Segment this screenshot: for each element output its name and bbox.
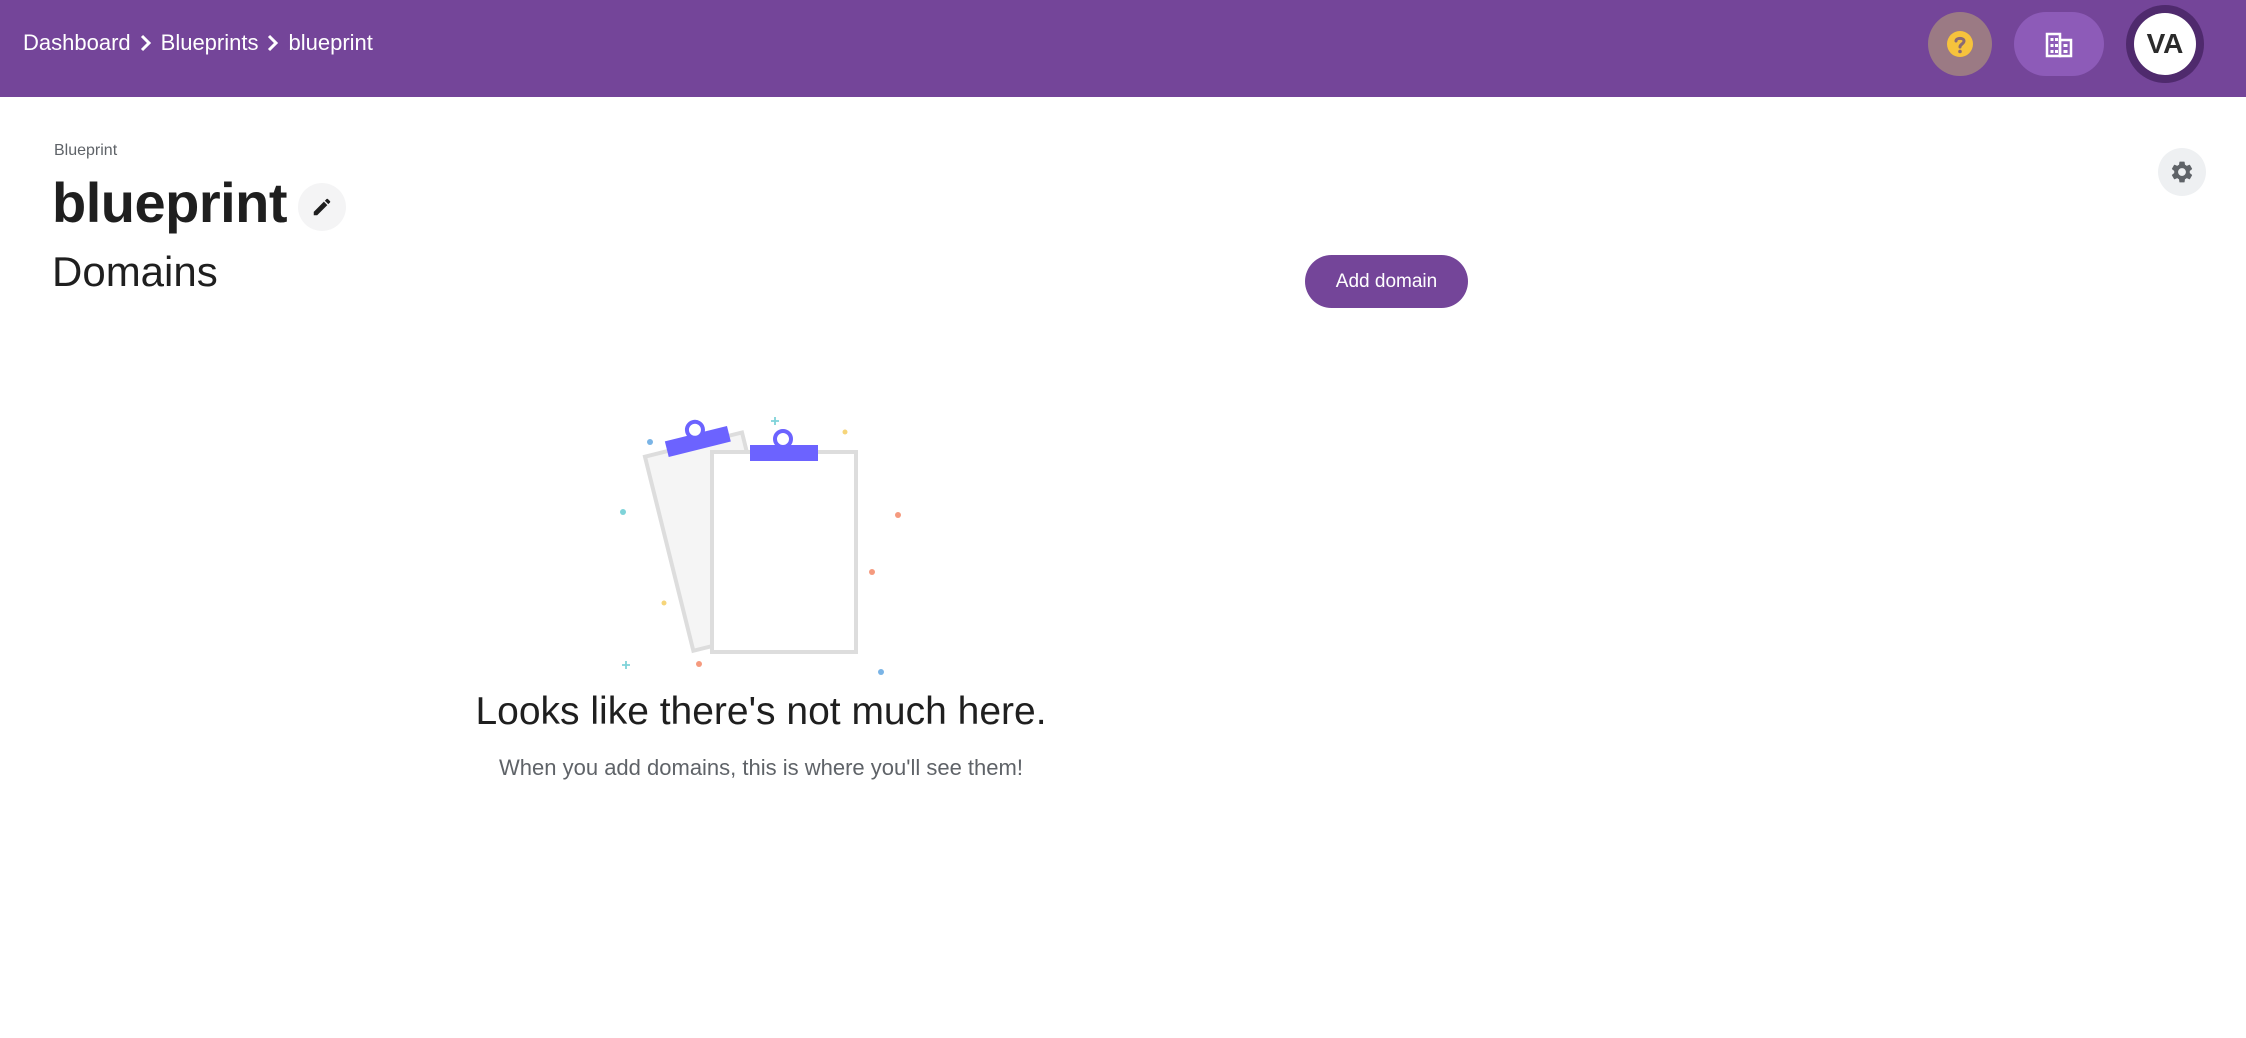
chevron-right-icon <box>258 0 288 86</box>
edit-title-button[interactable] <box>298 183 346 231</box>
clipboard-front-icon <box>710 429 858 654</box>
avatar: VA <box>2134 13 2196 75</box>
organization-button[interactable] <box>2014 12 2104 76</box>
empty-state-subtitle: When you add domains, this is where you'… <box>499 755 1023 780</box>
settings-button[interactable] <box>2158 148 2206 196</box>
breadcrumb-blueprint: blueprint <box>288 30 373 55</box>
page-title: blueprint <box>52 171 288 234</box>
page-overline: Blueprint <box>54 142 118 159</box>
empty-state-illustration <box>600 395 920 685</box>
empty-state-title: Looks like there's not much here. <box>475 690 1047 733</box>
user-avatar-button[interactable]: VA <box>2126 5 2204 83</box>
help-button[interactable] <box>1928 12 1992 76</box>
pencil-icon <box>313 198 331 216</box>
chevron-right-icon <box>131 0 161 86</box>
top-app-bar: Dashboard Blueprints blueprint VA <box>0 0 2246 97</box>
breadcrumb-blueprints[interactable]: Blueprints <box>161 30 259 56</box>
domains-section-title: Domains <box>52 248 218 295</box>
building-icon <box>2045 32 2073 58</box>
gear-icon <box>2171 161 2193 183</box>
breadcrumb-dashboard[interactable]: Dashboard <box>23 30 131 56</box>
breadcrumb: Dashboard Blueprints blueprint <box>23 0 373 86</box>
help-circle-icon <box>1947 31 1973 57</box>
add-domain-button[interactable]: Add domain <box>1305 255 1468 308</box>
